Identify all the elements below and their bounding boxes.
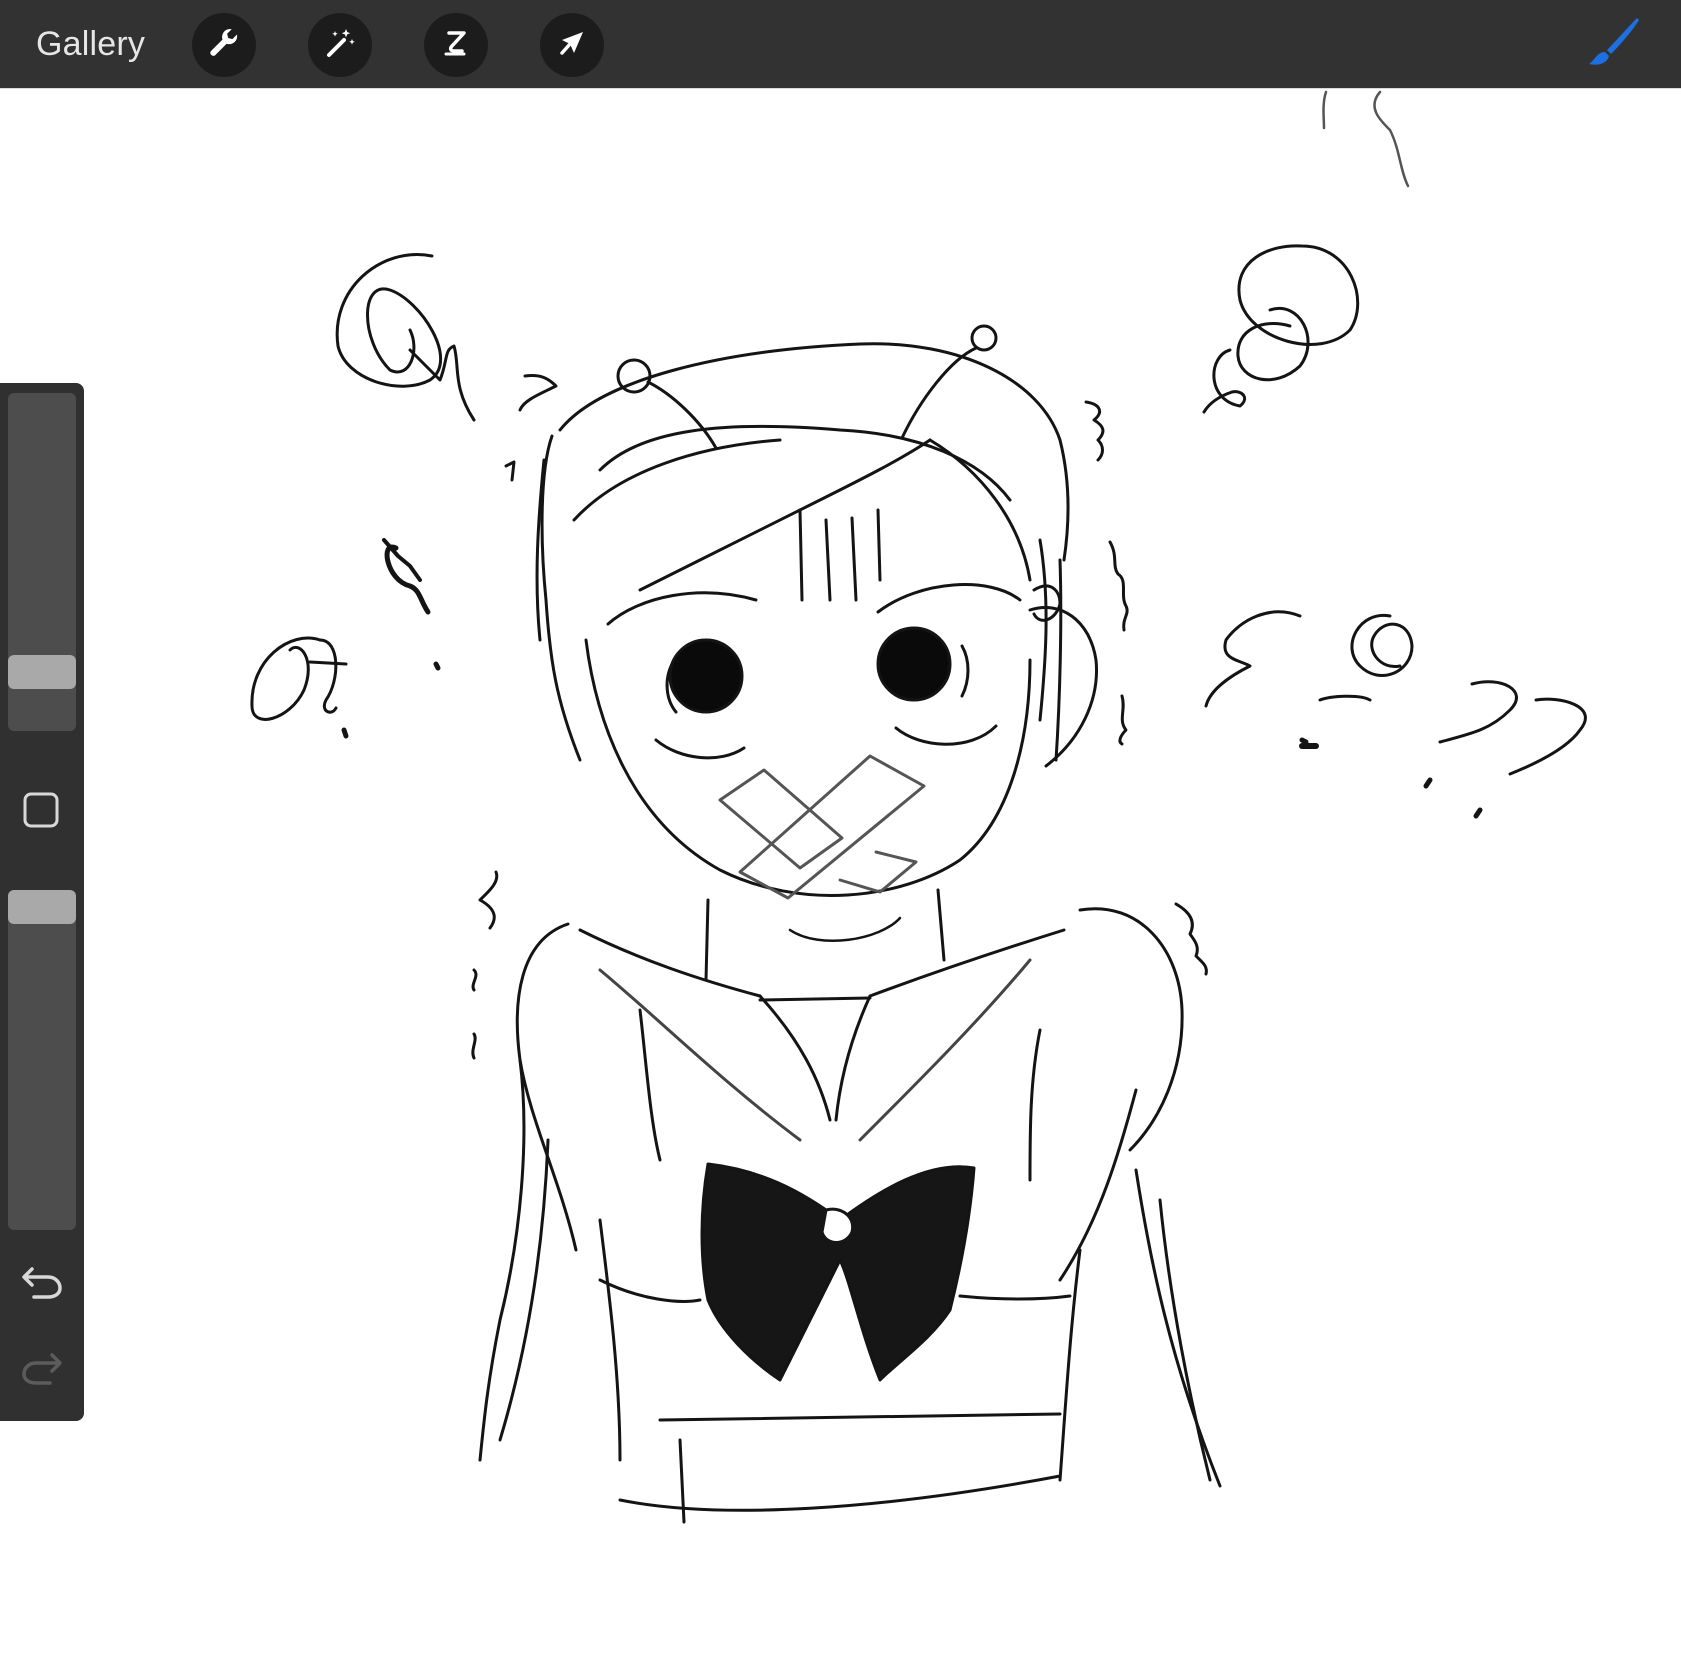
brush-size-slider[interactable] [8,393,76,731]
drawing-canvas[interactable] [0,88,1681,1668]
undo-icon [20,1261,64,1306]
adjustments-button[interactable] [308,13,372,77]
magic-wand-icon [322,25,358,66]
modify-button[interactable] [22,791,60,834]
brush-icon [1583,14,1643,75]
selection-button[interactable] [424,13,488,77]
square-icon [22,791,60,834]
top-toolbar: Gallery [0,0,1681,88]
procreate-app: Gallery [0,0,1681,1668]
arrow-cursor-icon [554,25,590,66]
gallery-button[interactable]: Gallery [36,20,145,68]
transform-button[interactable] [540,13,604,77]
redo-button[interactable] [20,1349,64,1389]
left-sidebar [0,383,84,1421]
undo-button[interactable] [20,1263,64,1303]
redo-icon [20,1347,64,1392]
opacity-slider[interactable] [8,890,76,1230]
brush-button[interactable] [1581,14,1645,74]
brush-size-thumb[interactable] [8,655,76,689]
actions-button[interactable] [192,13,256,77]
wrench-icon [206,25,242,66]
selection-s-icon [438,25,474,66]
opacity-thumb[interactable] [8,890,76,924]
